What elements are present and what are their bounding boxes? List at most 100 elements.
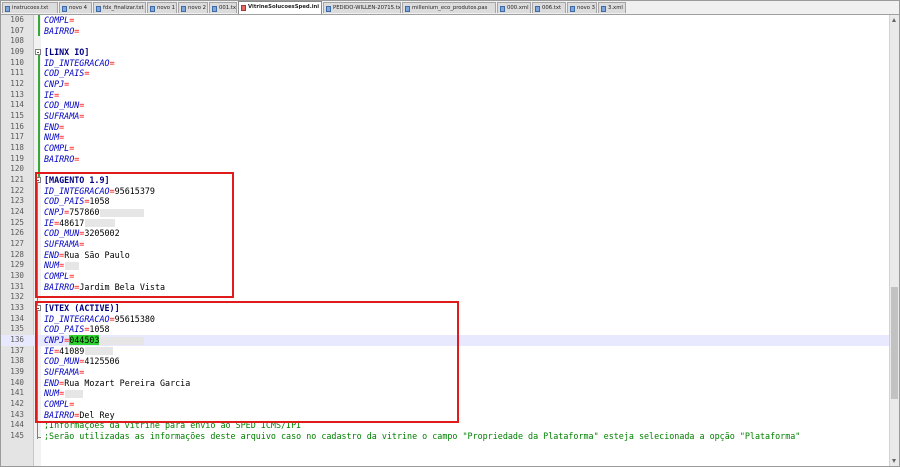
line-number: 108 (10, 36, 24, 46)
line-number: 122 (10, 185, 24, 195)
code-line[interactable]: 118 COMPL= (1, 143, 890, 154)
line-number: 116 (10, 121, 24, 131)
code-text: [LINX IO] (44, 47, 89, 58)
line-number: 124 (10, 207, 24, 217)
equals-sign: = (109, 57, 115, 68)
code-text: BAIRRO= (44, 154, 79, 165)
line-number: 113 (10, 89, 24, 99)
line-number: 132 (10, 292, 24, 302)
code-line[interactable]: 115 SUFRAMA= (1, 111, 890, 122)
line-number: 139 (10, 367, 24, 377)
line-number: 142 (10, 399, 24, 409)
scroll-up-arrow-icon[interactable] (892, 18, 896, 22)
equals-sign: = (64, 79, 70, 90)
code-text: CNPJ= (44, 79, 69, 90)
code-text: ;Serão utilizadas as informações deste a… (44, 431, 800, 442)
code-line[interactable]: 114 COD_MUN= (1, 100, 890, 111)
code-text: IE= (44, 90, 59, 101)
line-number: 144 (10, 420, 24, 430)
tab-fdx-finalizar-txt[interactable]: fdx_finalizar.txt (93, 2, 146, 13)
equals-sign: = (79, 111, 85, 122)
tab-label: VitrineSolucoesSped.ini (248, 4, 320, 10)
ini-key: CNPJ (44, 79, 65, 90)
line-number: 136 (10, 335, 24, 345)
tab-novo-4[interactable]: novo 4 (59, 2, 92, 13)
tab-label: novo 3 (577, 5, 596, 11)
tab-pedido-willen-20715-txt[interactable]: PEDIDO-WILLEN-20715.txt (323, 2, 401, 13)
code-line[interactable]: 109 [LINX IO] (1, 47, 890, 58)
line-number: 145 (10, 431, 24, 441)
tab-novo-3[interactable]: novo 3 (567, 2, 597, 13)
code-text: SUFRAMA= (44, 111, 84, 122)
line-number: 126 (10, 228, 24, 238)
tab-vitrinesolucoessped-ini[interactable]: VitrineSolucoesSped.ini (238, 1, 322, 14)
line-number: 106 (10, 15, 24, 24)
ini-key: BAIRRO (44, 153, 75, 164)
tab-label: 001.txt (219, 5, 237, 11)
tab-novo-2[interactable]: novo 2 (178, 2, 208, 13)
line-number: 110 (10, 57, 24, 67)
ini-key: IE (44, 89, 55, 100)
ini-key: SUFRAMA (44, 111, 80, 122)
code-line[interactable]: 113 IE= (1, 90, 890, 101)
file-icon (150, 6, 155, 12)
line-number: 123 (10, 196, 24, 206)
tab-instrucoes-txt[interactable]: instrucoes.txt (2, 2, 58, 13)
equals-sign: = (84, 68, 90, 79)
tab-3-xml[interactable]: 3.xml (598, 2, 626, 13)
line-number: 140 (10, 377, 24, 387)
change-history-bar (38, 15, 40, 37)
code-line[interactable]: 111 COD_PAIS= (1, 68, 890, 79)
line-number: 107 (10, 25, 24, 35)
file-icon (535, 6, 540, 12)
ini-key: ID_INTEGRACAO (44, 57, 110, 68)
line-number: 138 (10, 356, 24, 366)
line-number: 128 (10, 249, 24, 259)
vertical-scrollbar[interactable] (889, 15, 899, 466)
tab-millenium-eco-produtos-pas[interactable]: millenium_eco_produtos.pas (402, 2, 496, 13)
line-number: 127 (10, 239, 24, 249)
scroll-down-arrow-icon[interactable] (892, 459, 896, 463)
file-icon (500, 6, 505, 12)
file-icon (62, 6, 67, 12)
line-number: 119 (10, 153, 24, 163)
code-line[interactable]: 112 CNPJ= (1, 79, 890, 90)
tab-label: instrucoes.txt (12, 5, 49, 11)
file-icon (181, 6, 186, 12)
tab-label: millenium_eco_produtos.pas (412, 5, 488, 11)
code-line[interactable]: 117 NUM= (1, 132, 890, 143)
section-name: LINX IO (49, 47, 85, 57)
line-number: 137 (10, 345, 24, 355)
ini-key: BAIRRO (44, 25, 75, 36)
code-line[interactable]: 106 COMPL= (1, 15, 890, 26)
ini-key: COD_PAIS (44, 68, 85, 79)
fold-end-marker (37, 437, 41, 439)
tab-000-xml[interactable]: 000.xml (497, 2, 531, 13)
code-line[interactable]: 108 (1, 36, 890, 47)
code-editor[interactable]: 106 COMPL= 107 BAIRRO= 108 109 [LINX IO] 110 ID_… (1, 15, 890, 466)
line-number: 118 (10, 143, 24, 153)
magento-section-highlight-box (35, 172, 234, 298)
file-icon (5, 6, 10, 12)
code-line[interactable]: 110 ID_INTEGRACAO= (1, 58, 890, 69)
line-number: 135 (10, 324, 24, 334)
tab-001-txt[interactable]: 001.txt (209, 2, 237, 13)
code-line[interactable]: 116 END= (1, 122, 890, 133)
tab-label: 000.xml (507, 5, 529, 11)
code-line[interactable]: 145 ;Serão utilizadas as informações dest… (1, 431, 890, 442)
code-line[interactable]: 119 BAIRRO= (1, 154, 890, 165)
line-number: 114 (10, 100, 24, 110)
equals-sign: = (59, 121, 65, 132)
tab-label: fdx_finalizar.txt (103, 5, 144, 11)
file-icon (570, 6, 575, 12)
file-icon (241, 5, 246, 11)
tab-006-txt[interactable]: 006.txt (532, 2, 566, 13)
equals-sign: = (69, 143, 75, 154)
tab-novo-1[interactable]: novo 1 (147, 2, 177, 13)
code-line[interactable]: 107 BAIRRO= (1, 26, 890, 37)
tab-bar: instrucoes.txt novo 4 fdx_finalizar.txt nov… (1, 1, 899, 15)
scrollbar-thumb[interactable] (891, 287, 898, 399)
line-number: 117 (10, 132, 24, 142)
equals-sign: = (79, 100, 85, 111)
line-number: 120 (10, 164, 24, 174)
